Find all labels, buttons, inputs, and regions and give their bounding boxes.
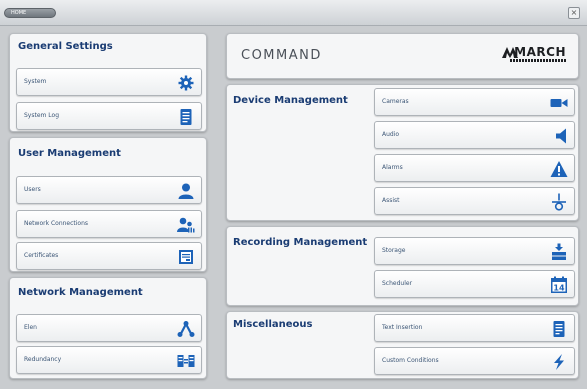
- cameras-label: Cameras: [382, 98, 409, 105]
- storage-icon: [550, 243, 568, 261]
- certificate-icon: [177, 248, 195, 266]
- redundancy-label: Redundancy: [24, 356, 62, 363]
- banner-panel: COMMAND MARCH: [226, 33, 579, 79]
- network-nodes-icon: [177, 320, 195, 338]
- user-management-title: User Management: [18, 148, 121, 159]
- elen-button[interactable]: Elen: [16, 314, 202, 342]
- network-management-title: Network Management: [18, 287, 143, 298]
- command-logo: COMMAND: [241, 48, 322, 63]
- users-button[interactable]: Users: [16, 176, 202, 204]
- network-connections-label: Network Connections: [24, 220, 89, 227]
- custom-conditions-label: Custom Conditions: [382, 357, 439, 364]
- top-bar: HOME ×: [0, 0, 587, 26]
- user-icon: [177, 182, 195, 200]
- audio-label: Audio: [382, 131, 400, 138]
- text-insertion-button[interactable]: Text Insertion: [374, 314, 575, 342]
- system-log-button[interactable]: System Log: [16, 102, 202, 130]
- cameras-button[interactable]: Cameras: [374, 88, 575, 116]
- storage-label: Storage: [382, 247, 406, 254]
- user-management-panel: User Management Users Network Connection…: [9, 137, 207, 272]
- elen-label: Elen: [24, 324, 37, 331]
- scheduler-label: Scheduler: [382, 280, 413, 287]
- recording-management-title: Recording Management: [233, 237, 368, 248]
- march-logo: MARCH: [476, 44, 566, 66]
- close-button[interactable]: ×: [568, 7, 580, 19]
- miscellaneous-panel: Miscellaneous Text Insertion Custom Cond…: [226, 311, 579, 379]
- text-insertion-label: Text Insertion: [382, 324, 423, 331]
- recording-management-panel: Recording Management Storage Scheduler 1…: [226, 226, 579, 306]
- io-switch-icon: [550, 193, 568, 211]
- users-group-icon: [177, 216, 195, 234]
- redundancy-button[interactable]: Redundancy: [16, 346, 202, 374]
- custom-conditions-button[interactable]: Custom Conditions: [374, 347, 575, 375]
- device-management-title: Device Management: [233, 95, 348, 106]
- text-insert-icon: [550, 320, 568, 338]
- assist-button[interactable]: Assist: [374, 187, 575, 215]
- speaker-icon: [550, 127, 568, 145]
- storage-button[interactable]: Storage: [374, 237, 575, 265]
- network-management-panel: Network Management Elen Redundancy: [9, 277, 207, 379]
- calendar-icon: 14: [550, 276, 568, 294]
- system-label: System: [24, 78, 47, 85]
- general-settings-panel: General Settings System System Log: [9, 33, 207, 132]
- lightning-icon: [550, 353, 568, 371]
- document-icon: [177, 108, 195, 126]
- system-button[interactable]: System: [16, 68, 202, 96]
- redundancy-icon: [177, 352, 195, 370]
- svg-text:14: 14: [553, 283, 565, 292]
- assist-label: Assist: [382, 197, 400, 204]
- device-management-panel: Device Management Cameras Audio Alarms A…: [226, 84, 579, 221]
- system-log-label: System Log: [24, 112, 59, 119]
- home-button[interactable]: HOME: [4, 8, 56, 18]
- general-settings-title: General Settings: [18, 41, 113, 52]
- gear-icon: [177, 74, 195, 92]
- alarm-triangle-icon: [550, 160, 568, 178]
- certificates-button[interactable]: Certificates: [16, 242, 202, 270]
- alarms-button[interactable]: Alarms: [374, 154, 575, 182]
- certificates-label: Certificates: [24, 252, 59, 259]
- audio-button[interactable]: Audio: [374, 121, 575, 149]
- camera-icon: [550, 94, 568, 112]
- alarms-label: Alarms: [382, 164, 403, 171]
- miscellaneous-title: Miscellaneous: [233, 319, 313, 330]
- scheduler-button[interactable]: Scheduler 14: [374, 270, 575, 298]
- network-connections-button[interactable]: Network Connections: [16, 210, 202, 238]
- users-label: Users: [24, 186, 41, 193]
